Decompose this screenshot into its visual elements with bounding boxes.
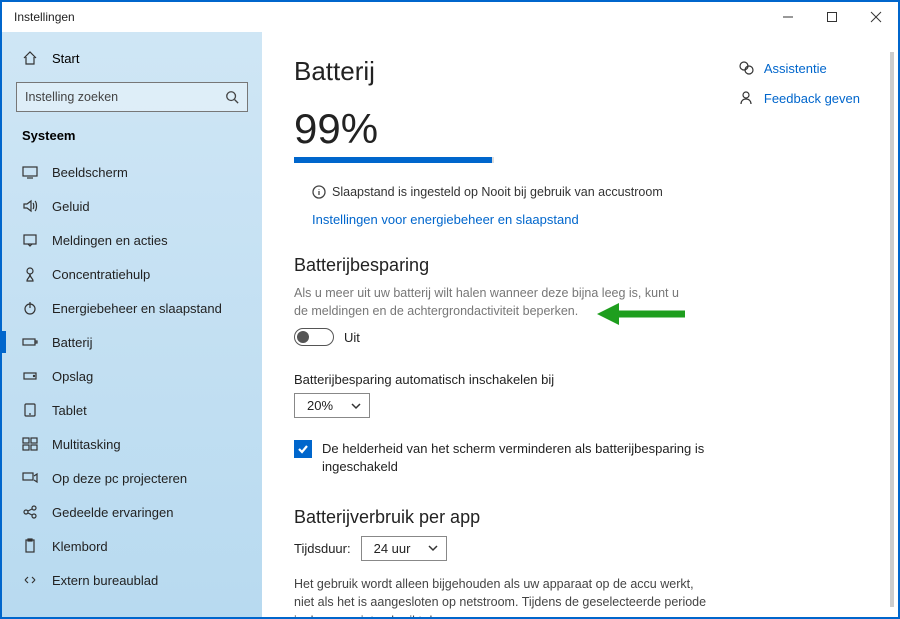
sidebar-item-gedeelde[interactable]: Gedeelde ervaringen — [2, 495, 262, 529]
battery-bar — [294, 157, 494, 163]
project-icon — [22, 470, 38, 486]
sidebar-item-label: Tablet — [52, 403, 87, 418]
sidebar-item-meldingen[interactable]: Meldingen en acties — [2, 223, 262, 257]
battery-saver-toggle[interactable] — [294, 328, 334, 346]
sidebar-item-tablet[interactable]: Tablet — [2, 393, 262, 427]
sidebar-item-label: Batterij — [52, 335, 92, 350]
display-icon — [22, 164, 38, 180]
share-icon — [22, 504, 38, 520]
power-icon — [22, 300, 38, 316]
power-settings-link[interactable]: Instellingen voor energiebeheer en slaap… — [294, 212, 579, 227]
sidebar-item-label: Gedeelde ervaringen — [52, 505, 173, 520]
close-button[interactable] — [854, 2, 898, 32]
auto-enable-value: 20% — [307, 398, 333, 413]
help-link-label: Assistentie — [764, 61, 827, 76]
sidebar-item-multitasking[interactable]: Multitasking — [2, 427, 262, 461]
sidebar-item-label: Multitasking — [52, 437, 121, 452]
sidebar-item-label: Extern bureaublad — [52, 573, 158, 588]
sidebar-item-opslag[interactable]: Opslag — [2, 359, 262, 393]
help-icon — [738, 60, 754, 76]
sidebar: Start Instelling zoeken Systeem Beeldsch… — [2, 32, 262, 617]
help-link[interactable]: Assistentie — [738, 60, 860, 76]
info-icon — [312, 185, 326, 199]
window-controls — [766, 2, 898, 32]
storage-icon — [22, 368, 38, 384]
sidebar-item-energiebeheer[interactable]: Energiebeheer en slaapstand — [2, 291, 262, 325]
home-icon — [22, 50, 38, 66]
help-aside: Assistentie Feedback geven — [738, 60, 860, 106]
main-content: Batterij 99% Slaapstand is ingesteld op … — [262, 32, 898, 617]
battery-bar-fill — [294, 157, 492, 163]
multitasking-icon — [22, 436, 38, 452]
sidebar-item-label: Beeldscherm — [52, 165, 128, 180]
sidebar-nav: Beeldscherm Geluid Meldingen en acties C… — [2, 155, 262, 597]
battery-saver-heading: Batterijbesparing — [294, 255, 868, 276]
minimize-button[interactable] — [766, 2, 810, 32]
sidebar-category: Systeem — [2, 122, 262, 155]
sidebar-item-projecteren[interactable]: Op deze pc projecteren — [2, 461, 262, 495]
brightness-checkbox-label: De helderheid van het scherm verminderen… — [322, 440, 714, 476]
chevron-down-icon — [351, 401, 361, 411]
feedback-icon — [738, 90, 754, 106]
vertical-scrollbar[interactable] — [890, 52, 894, 607]
sidebar-item-beeldscherm[interactable]: Beeldscherm — [2, 155, 262, 189]
sidebar-item-klembord[interactable]: Klembord — [2, 529, 262, 563]
usage-heading: Batterijverbruik per app — [294, 507, 868, 528]
chevron-down-icon — [428, 543, 438, 553]
checkmark-icon — [297, 443, 309, 455]
settings-window: Instellingen Start Instelling zoeken Sys… — [0, 0, 900, 619]
feedback-link[interactable]: Feedback geven — [738, 90, 860, 106]
search-icon — [225, 90, 239, 104]
maximize-button[interactable] — [810, 2, 854, 32]
sleep-info-row: Slaapstand is ingesteld op Nooit bij geb… — [294, 185, 868, 199]
clipboard-icon — [22, 538, 38, 554]
sidebar-item-label: Meldingen en acties — [52, 233, 168, 248]
sidebar-item-label: Klembord — [52, 539, 108, 554]
battery-icon — [22, 334, 38, 350]
battery-percentage: 99% — [294, 105, 868, 153]
sidebar-item-concentratiehulp[interactable]: Concentratiehulp — [2, 257, 262, 291]
titlebar: Instellingen — [2, 2, 898, 32]
sidebar-item-label: Concentratiehulp — [52, 267, 150, 282]
brightness-checkbox[interactable] — [294, 440, 312, 458]
battery-saver-description: Als u meer uit uw batterij wilt halen wa… — [294, 284, 694, 320]
timespan-dropdown[interactable]: 24 uur — [361, 536, 448, 561]
feedback-link-label: Feedback geven — [764, 91, 860, 106]
sidebar-item-batterij[interactable]: Batterij — [2, 325, 262, 359]
timespan-label: Tijdsduur: — [294, 541, 351, 556]
sidebar-item-extern[interactable]: Extern bureaublad — [2, 563, 262, 597]
usage-note: Het gebruik wordt alleen bijgehouden als… — [294, 575, 714, 617]
sidebar-item-label: Opslag — [52, 369, 93, 384]
window-title: Instellingen — [14, 10, 75, 24]
sidebar-item-label: Energiebeheer en slaapstand — [52, 301, 222, 316]
remote-icon — [22, 572, 38, 588]
sleep-info-text: Slaapstand is ingesteld op Nooit bij geb… — [332, 185, 663, 199]
focus-icon — [22, 266, 38, 282]
auto-enable-dropdown[interactable]: 20% — [294, 393, 370, 418]
tablet-icon — [22, 402, 38, 418]
sidebar-item-geluid[interactable]: Geluid — [2, 189, 262, 223]
notifications-icon — [22, 232, 38, 248]
sound-icon — [22, 198, 38, 214]
search-placeholder: Instelling zoeken — [25, 90, 118, 104]
search-input[interactable]: Instelling zoeken — [16, 82, 248, 112]
sidebar-item-label: Geluid — [52, 199, 90, 214]
timespan-value: 24 uur — [374, 541, 411, 556]
home-button[interactable]: Start — [2, 40, 262, 76]
toggle-state-label: Uit — [344, 330, 360, 345]
auto-enable-label: Batterijbesparing automatisch inschakele… — [294, 372, 868, 387]
sidebar-item-label: Op deze pc projecteren — [52, 471, 187, 486]
home-label: Start — [52, 51, 79, 66]
